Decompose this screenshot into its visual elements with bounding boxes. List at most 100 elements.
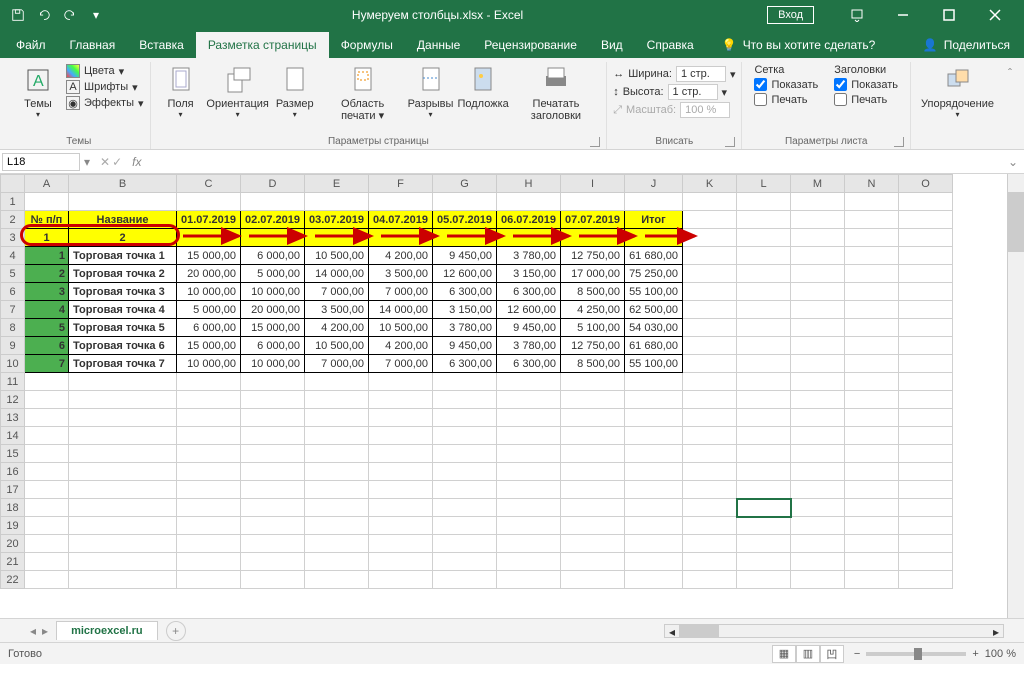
cell[interactable] — [177, 409, 241, 427]
breaks-button[interactable]: Разрывы▾ — [407, 62, 455, 121]
row-header[interactable]: 5 — [1, 265, 25, 283]
cell[interactable] — [683, 445, 737, 463]
page-setup-launcher[interactable] — [590, 137, 600, 147]
cell[interactable]: 3 780,00 — [497, 337, 561, 355]
cell[interactable] — [25, 427, 69, 445]
save-icon[interactable] — [6, 3, 30, 27]
undo-icon[interactable] — [32, 3, 56, 27]
cell[interactable] — [791, 571, 845, 589]
column-header[interactable]: O — [899, 175, 953, 193]
cell[interactable] — [305, 499, 369, 517]
cell[interactable] — [69, 445, 177, 463]
cell[interactable] — [25, 535, 69, 553]
cell[interactable] — [177, 553, 241, 571]
maximize-icon[interactable] — [926, 1, 972, 29]
headings-show-checkbox[interactable]: Показать — [834, 78, 898, 91]
cell[interactable]: 7 000,00 — [369, 355, 433, 373]
cell[interactable] — [737, 391, 791, 409]
cell[interactable]: 55 100,00 — [625, 355, 683, 373]
cell[interactable] — [899, 265, 953, 283]
cell[interactable] — [683, 301, 737, 319]
cell[interactable] — [25, 517, 69, 535]
cell[interactable]: Торговая точка 1 — [69, 247, 177, 265]
cell[interactable] — [899, 337, 953, 355]
cell[interactable]: 5 — [25, 319, 69, 337]
cell[interactable] — [683, 247, 737, 265]
cell[interactable] — [683, 517, 737, 535]
cell[interactable] — [791, 373, 845, 391]
gridlines-print-checkbox[interactable]: Печать — [754, 93, 818, 106]
cell[interactable] — [69, 463, 177, 481]
cell[interactable]: Название — [69, 211, 177, 229]
cancel-formula-icon[interactable]: ✕ — [100, 155, 110, 169]
gridlines-show-checkbox[interactable]: Показать — [754, 78, 818, 91]
cell[interactable] — [241, 445, 305, 463]
cell[interactable] — [369, 373, 433, 391]
cell[interactable]: 03.07.2019 — [305, 211, 369, 229]
cell[interactable] — [369, 391, 433, 409]
cell[interactable] — [683, 535, 737, 553]
cell[interactable]: Торговая точка 5 — [69, 319, 177, 337]
size-button[interactable]: Размер▾ — [271, 62, 319, 121]
worksheet-area[interactable]: ABCDEFGHIJKLMNO 12№ п/пНазвание01.07.201… — [0, 174, 1024, 618]
cell[interactable] — [791, 391, 845, 409]
cell[interactable] — [737, 283, 791, 301]
cell[interactable] — [241, 535, 305, 553]
column-header[interactable]: A — [25, 175, 69, 193]
cell[interactable]: 20 000,00 — [177, 265, 241, 283]
cell[interactable] — [845, 481, 899, 499]
cell[interactable] — [497, 409, 561, 427]
cell[interactable] — [845, 193, 899, 211]
cell[interactable] — [899, 481, 953, 499]
cell[interactable] — [305, 229, 369, 247]
cell[interactable] — [69, 499, 177, 517]
cell[interactable] — [683, 427, 737, 445]
column-header[interactable]: G — [433, 175, 497, 193]
tab-page-layout[interactable]: Разметка страницы — [196, 32, 329, 58]
cell[interactable]: 9 450,00 — [433, 247, 497, 265]
cell[interactable] — [625, 499, 683, 517]
cell[interactable] — [305, 409, 369, 427]
cell[interactable] — [737, 463, 791, 481]
column-header[interactable]: F — [369, 175, 433, 193]
tab-help[interactable]: Справка — [635, 32, 706, 58]
vertical-scrollbar[interactable] — [1007, 174, 1024, 618]
sheet-opts-launcher[interactable] — [894, 137, 904, 147]
cell[interactable] — [791, 553, 845, 571]
cell[interactable] — [899, 373, 953, 391]
page-break-view-icon[interactable]: 凹 — [820, 645, 844, 663]
tab-formulas[interactable]: Формулы — [329, 32, 405, 58]
cell[interactable] — [433, 535, 497, 553]
cell[interactable] — [625, 193, 683, 211]
cell[interactable] — [899, 427, 953, 445]
cell[interactable] — [25, 463, 69, 481]
name-box[interactable] — [2, 153, 80, 171]
column-header[interactable]: J — [625, 175, 683, 193]
cell[interactable] — [433, 409, 497, 427]
cell[interactable] — [433, 517, 497, 535]
cell[interactable] — [69, 553, 177, 571]
cell[interactable] — [845, 229, 899, 247]
cell[interactable]: 6 000,00 — [241, 247, 305, 265]
cell[interactable] — [241, 481, 305, 499]
cell[interactable] — [497, 463, 561, 481]
tab-view[interactable]: Вид — [589, 32, 635, 58]
cell[interactable] — [497, 193, 561, 211]
cell[interactable]: 7 000,00 — [305, 283, 369, 301]
cell[interactable] — [683, 211, 737, 229]
cell[interactable] — [625, 553, 683, 571]
cell[interactable]: 55 100,00 — [625, 283, 683, 301]
cell[interactable] — [845, 391, 899, 409]
cell[interactable] — [177, 391, 241, 409]
name-box-dropdown-icon[interactable]: ▾ — [80, 155, 94, 169]
cell[interactable] — [305, 553, 369, 571]
width-select[interactable]: 1 стр. — [676, 66, 726, 82]
cell[interactable] — [177, 535, 241, 553]
cell[interactable] — [241, 391, 305, 409]
cell[interactable] — [899, 319, 953, 337]
sheet-nav-next-icon[interactable]: ▸ — [42, 624, 48, 638]
cell[interactable]: 54 030,00 — [625, 319, 683, 337]
cell[interactable] — [625, 409, 683, 427]
cell[interactable] — [369, 463, 433, 481]
cell[interactable] — [737, 427, 791, 445]
